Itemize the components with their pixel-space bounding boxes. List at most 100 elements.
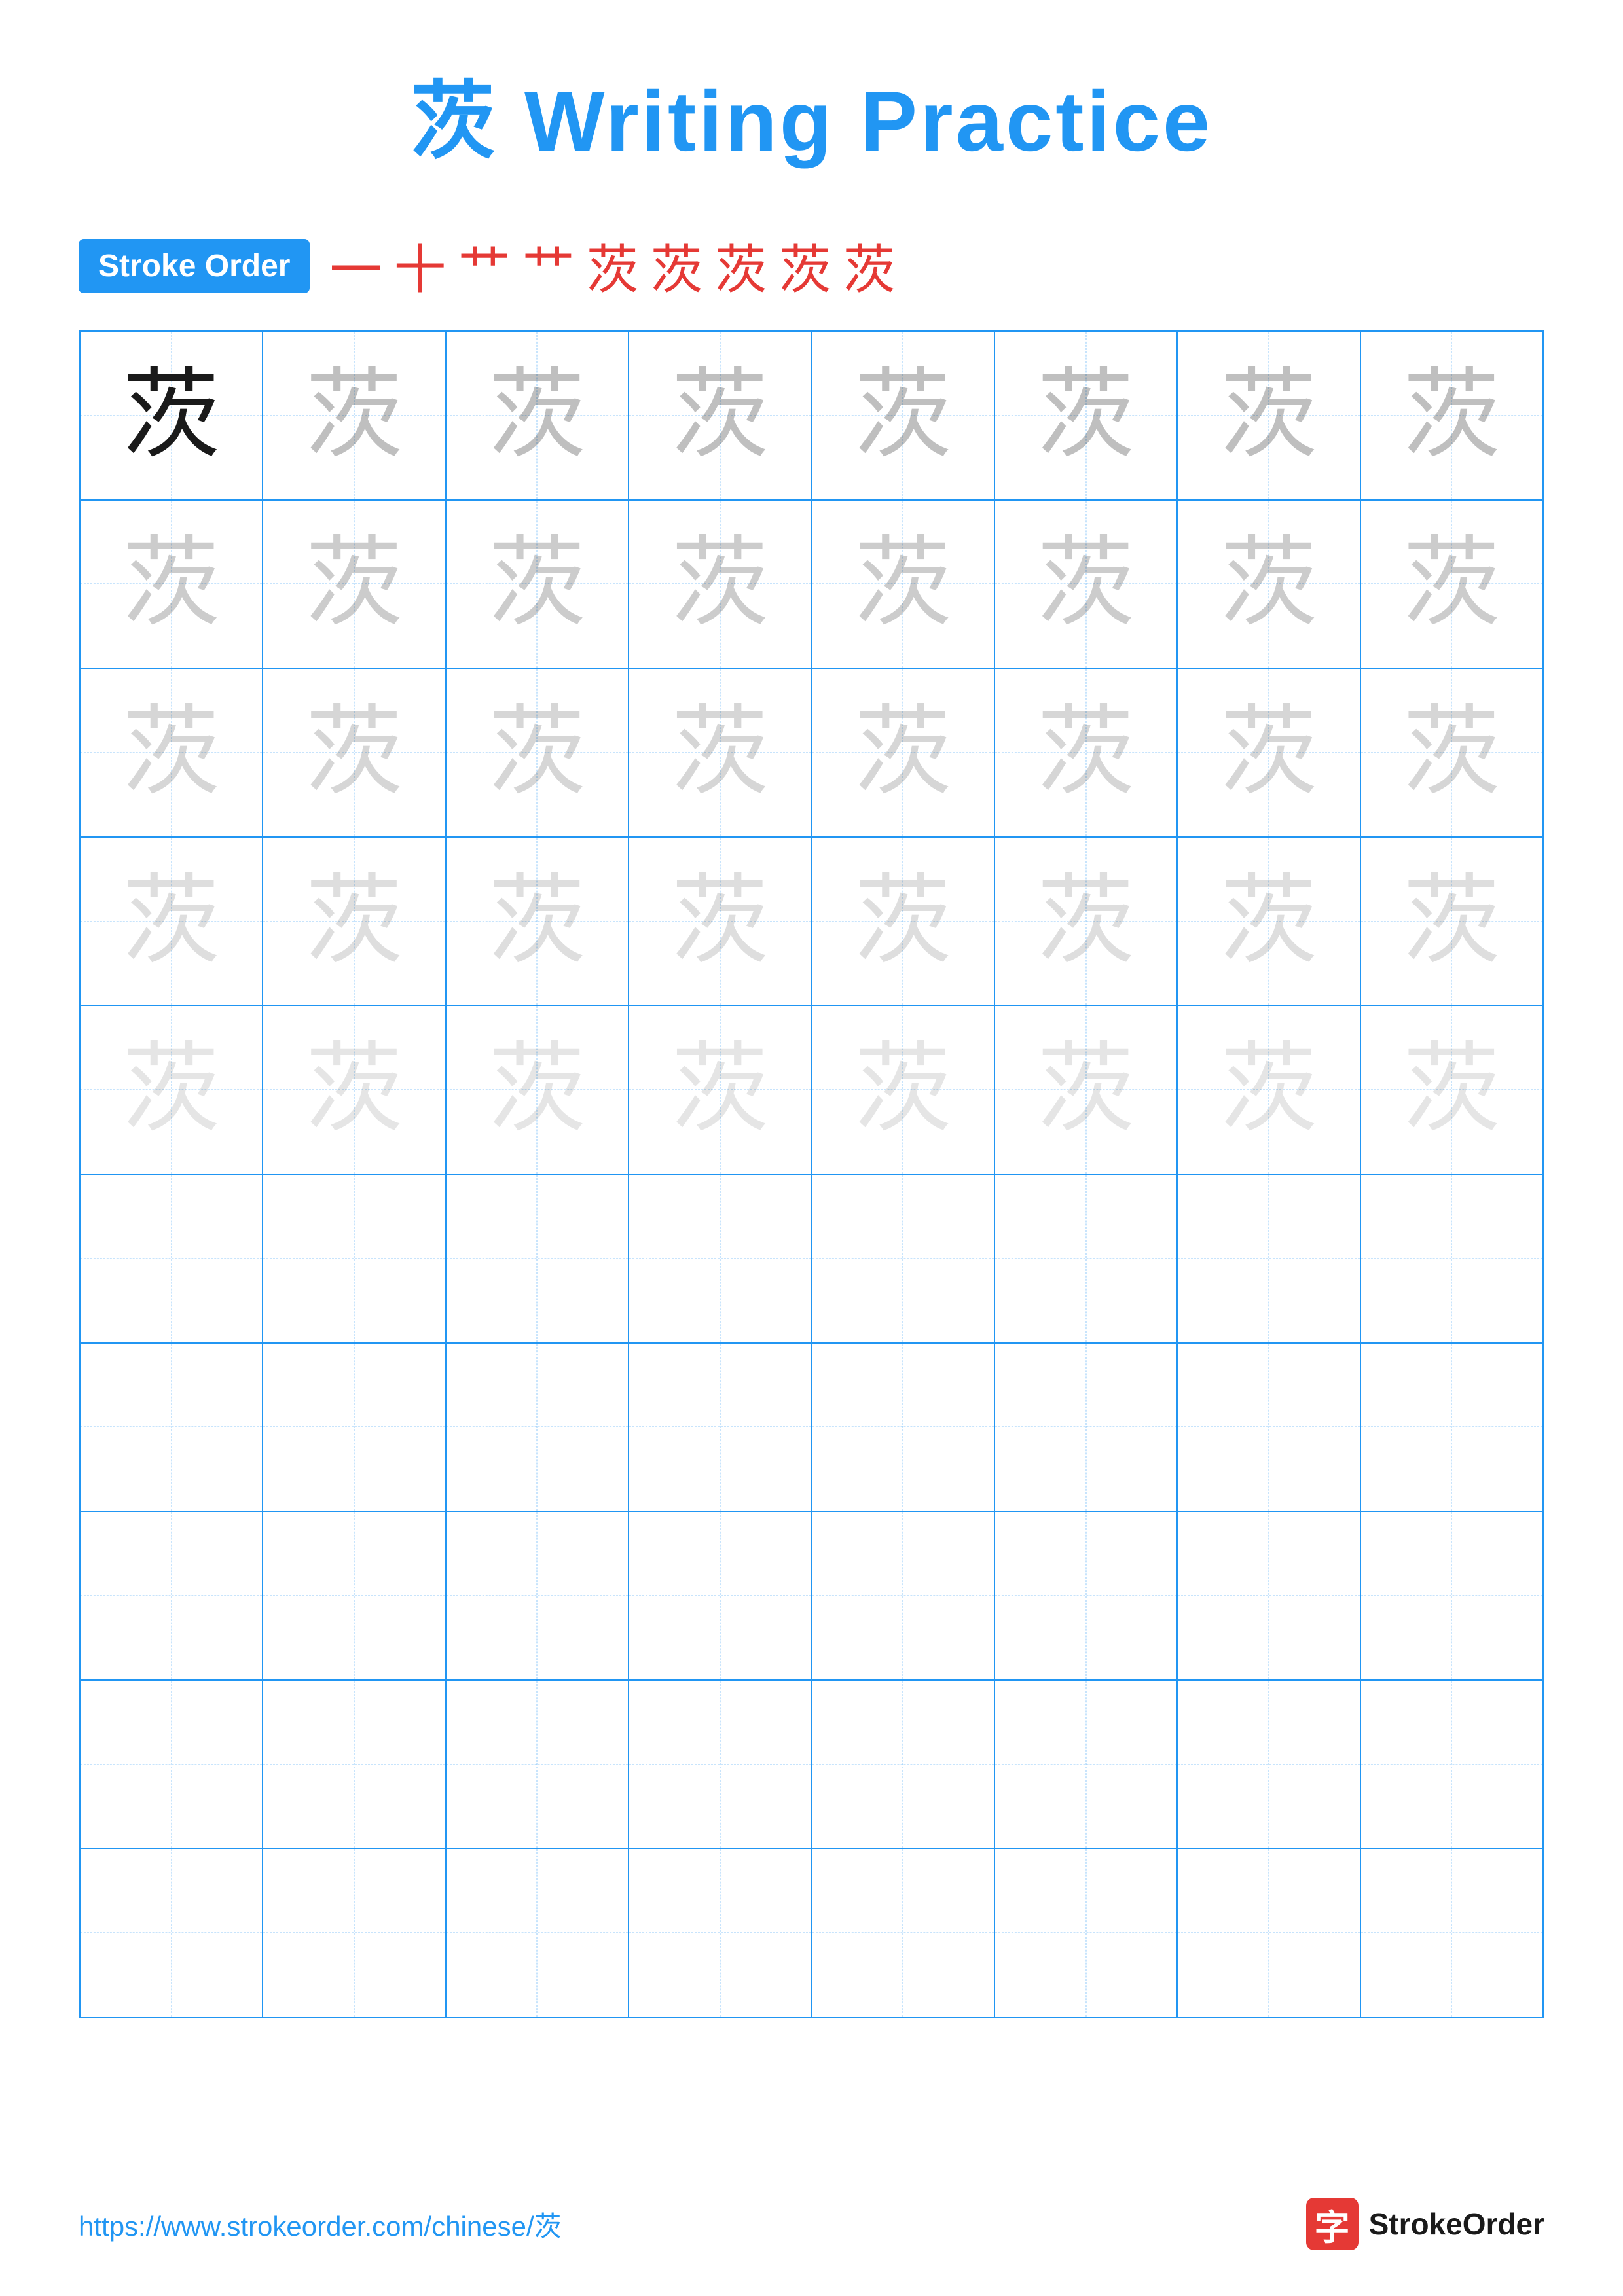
char-ghost: 茨	[854, 367, 952, 465]
char-ghost: 茨	[671, 535, 769, 633]
cell-r4-c3[interactable]: 茨	[446, 837, 629, 1006]
cell-r4-c8[interactable]: 茨	[1360, 837, 1543, 1006]
cell-r4-c5[interactable]: 茨	[812, 837, 994, 1006]
cell-r3-c4[interactable]: 茨	[629, 668, 811, 837]
char-ghost: 茨	[305, 1041, 403, 1139]
char-ghost: 茨	[1402, 704, 1501, 802]
cell-r8-c1[interactable]	[80, 1511, 263, 1680]
cell-r9-c8[interactable]	[1360, 1680, 1543, 1849]
cell-r6-c1[interactable]	[80, 1174, 263, 1343]
cell-r1-c1[interactable]: 茨	[80, 331, 263, 500]
cell-r1-c8[interactable]: 茨	[1360, 331, 1543, 500]
cell-r7-c6[interactable]	[994, 1343, 1177, 1512]
cell-r6-c5[interactable]	[812, 1174, 994, 1343]
cell-r6-c3[interactable]	[446, 1174, 629, 1343]
cell-r6-c4[interactable]	[629, 1174, 811, 1343]
cell-r2-c8[interactable]: 茨	[1360, 500, 1543, 669]
cell-r5-c6[interactable]: 茨	[994, 1005, 1177, 1174]
cell-r1-c6[interactable]: 茨	[994, 331, 1177, 500]
cell-r3-c2[interactable]: 茨	[263, 668, 445, 837]
cell-r2-c3[interactable]: 茨	[446, 500, 629, 669]
char-ghost: 茨	[854, 872, 952, 971]
cell-r9-c1[interactable]	[80, 1680, 263, 1849]
cell-r5-c8[interactable]: 茨	[1360, 1005, 1543, 1174]
stroke-7: 茨	[714, 228, 767, 304]
cell-r7-c2[interactable]	[263, 1343, 445, 1512]
cell-r1-c4[interactable]: 茨	[629, 331, 811, 500]
cell-r8-c8[interactable]	[1360, 1511, 1543, 1680]
cell-r2-c4[interactable]: 茨	[629, 500, 811, 669]
cell-r4-c2[interactable]: 茨	[263, 837, 445, 1006]
cell-r10-c5[interactable]	[812, 1848, 994, 2017]
cell-r6-c8[interactable]	[1360, 1174, 1543, 1343]
cell-r9-c4[interactable]	[629, 1680, 811, 1849]
cell-r9-c7[interactable]	[1177, 1680, 1360, 1849]
cell-r1-c3[interactable]: 茨	[446, 331, 629, 500]
cell-r3-c6[interactable]: 茨	[994, 668, 1177, 837]
cell-r10-c2[interactable]	[263, 1848, 445, 2017]
cell-r4-c1[interactable]: 茨	[80, 837, 263, 1006]
cell-r10-c3[interactable]	[446, 1848, 629, 2017]
cell-r4-c4[interactable]: 茨	[629, 837, 811, 1006]
stroke-1: 一	[329, 228, 382, 304]
cell-r2-c5[interactable]: 茨	[812, 500, 994, 669]
footer-url[interactable]: https://www.strokeorder.com/chinese/茨	[79, 2204, 562, 2244]
cell-r10-c1[interactable]	[80, 1848, 263, 2017]
cell-r5-c2[interactable]: 茨	[263, 1005, 445, 1174]
cell-r10-c4[interactable]	[629, 1848, 811, 2017]
cell-r10-c8[interactable]	[1360, 1848, 1543, 2017]
char-ghost: 茨	[1037, 872, 1135, 971]
cell-r8-c7[interactable]	[1177, 1511, 1360, 1680]
cell-r7-c5[interactable]	[812, 1343, 994, 1512]
cell-r6-c6[interactable]	[994, 1174, 1177, 1343]
char-solid: 茨	[122, 367, 221, 465]
cell-r1-c2[interactable]: 茨	[263, 331, 445, 500]
cell-r6-c7[interactable]	[1177, 1174, 1360, 1343]
footer: https://www.strokeorder.com/chinese/茨 字 …	[79, 2198, 1544, 2250]
char-ghost: 茨	[122, 704, 221, 802]
cell-r5-c4[interactable]: 茨	[629, 1005, 811, 1174]
cell-r1-c5[interactable]: 茨	[812, 331, 994, 500]
char-ghost: 茨	[854, 704, 952, 802]
cell-r5-c7[interactable]: 茨	[1177, 1005, 1360, 1174]
cell-r5-c3[interactable]: 茨	[446, 1005, 629, 1174]
cell-r10-c6[interactable]	[994, 1848, 1177, 2017]
cell-r8-c2[interactable]	[263, 1511, 445, 1680]
char-ghost: 茨	[122, 535, 221, 633]
cell-r7-c8[interactable]	[1360, 1343, 1543, 1512]
cell-r7-c4[interactable]	[629, 1343, 811, 1512]
cell-r3-c7[interactable]: 茨	[1177, 668, 1360, 837]
cell-r9-c6[interactable]	[994, 1680, 1177, 1849]
stroke-5: 茨	[586, 228, 638, 304]
cell-r2-c2[interactable]: 茨	[263, 500, 445, 669]
cell-r3-c3[interactable]: 茨	[446, 668, 629, 837]
cell-r5-c1[interactable]: 茨	[80, 1005, 263, 1174]
brand-char: 字	[1315, 2198, 1350, 2250]
cell-r2-c6[interactable]: 茨	[994, 500, 1177, 669]
cell-r7-c3[interactable]	[446, 1343, 629, 1512]
cell-r9-c3[interactable]	[446, 1680, 629, 1849]
char-ghost: 茨	[671, 704, 769, 802]
cell-r3-c1[interactable]: 茨	[80, 668, 263, 837]
cell-r8-c6[interactable]	[994, 1511, 1177, 1680]
cell-r7-c1[interactable]	[80, 1343, 263, 1512]
cell-r5-c5[interactable]: 茨	[812, 1005, 994, 1174]
cell-r8-c3[interactable]	[446, 1511, 629, 1680]
cell-r3-c5[interactable]: 茨	[812, 668, 994, 837]
cell-r9-c2[interactable]	[263, 1680, 445, 1849]
char-ghost: 茨	[122, 1041, 221, 1139]
char-ghost: 茨	[1220, 872, 1318, 971]
cell-r7-c7[interactable]	[1177, 1343, 1360, 1512]
cell-r2-c7[interactable]: 茨	[1177, 500, 1360, 669]
cell-r10-c7[interactable]	[1177, 1848, 1360, 2017]
cell-r2-c1[interactable]: 茨	[80, 500, 263, 669]
cell-r8-c5[interactable]	[812, 1511, 994, 1680]
cell-r4-c6[interactable]: 茨	[994, 837, 1177, 1006]
cell-r6-c2[interactable]	[263, 1174, 445, 1343]
cell-r3-c8[interactable]: 茨	[1360, 668, 1543, 837]
cell-r8-c4[interactable]	[629, 1511, 811, 1680]
char-ghost: 茨	[488, 1041, 586, 1139]
cell-r9-c5[interactable]	[812, 1680, 994, 1849]
cell-r1-c7[interactable]: 茨	[1177, 331, 1360, 500]
cell-r4-c7[interactable]: 茨	[1177, 837, 1360, 1006]
